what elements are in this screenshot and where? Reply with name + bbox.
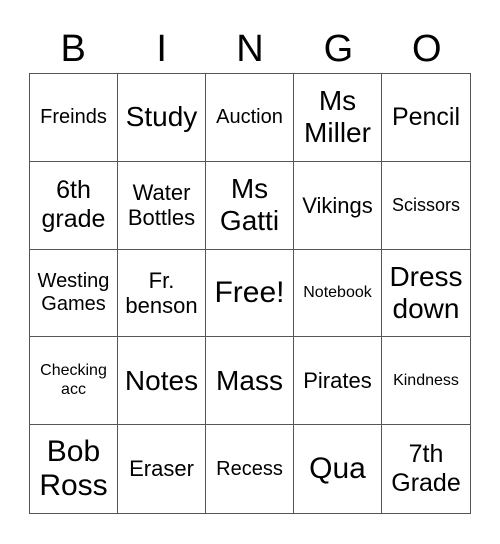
- bingo-cell[interactable]: Fr. benson: [118, 249, 206, 338]
- bingo-cell[interactable]: Recess: [206, 425, 294, 513]
- bingo-grid: Freinds Study Auction Ms Miller Pencil 6…: [29, 73, 471, 514]
- bingo-cell[interactable]: 6th grade: [30, 161, 118, 250]
- bingo-cell[interactable]: Auction: [206, 74, 294, 162]
- bingo-cell[interactable]: Notes: [118, 337, 206, 426]
- bingo-cell[interactable]: Scissors: [382, 162, 470, 250]
- bingo-header: B I N G O: [29, 26, 471, 72]
- bingo-cell[interactable]: Water Bottles: [118, 161, 206, 250]
- bingo-cell[interactable]: Notebook: [294, 249, 382, 338]
- header-letter-n: N: [236, 28, 264, 70]
- header-letter-o: O: [412, 28, 442, 70]
- bingo-cell[interactable]: Ms Gatti: [206, 161, 294, 250]
- bingo-cell[interactable]: Mass: [206, 337, 294, 426]
- bingo-cell[interactable]: Westing Games: [30, 249, 118, 338]
- bingo-cell[interactable]: Bob Ross: [30, 425, 118, 513]
- bingo-cell[interactable]: Checking acc: [30, 337, 118, 426]
- bingo-cell[interactable]: Vikings: [294, 161, 382, 250]
- bingo-cell[interactable]: Kindness: [382, 337, 470, 426]
- header-letter-g: G: [323, 28, 354, 70]
- header-letter-b: B: [60, 28, 86, 70]
- bingo-cell[interactable]: Qua: [294, 425, 382, 513]
- bingo-cell[interactable]: Study: [118, 74, 206, 162]
- bingo-cell[interactable]: Ms Miller: [294, 74, 382, 162]
- bingo-cell[interactable]: Pencil: [382, 74, 470, 162]
- bingo-cell[interactable]: Pirates: [294, 337, 382, 426]
- bingo-cell[interactable]: Freinds: [30, 74, 118, 162]
- header-letter-i: I: [156, 28, 167, 70]
- bingo-cell[interactable]: Dress down: [382, 250, 470, 338]
- bingo-cell[interactable]: 7th Grade: [382, 425, 470, 513]
- bingo-cell[interactable]: Eraser: [118, 425, 206, 513]
- free-space-cell[interactable]: Free!: [206, 249, 294, 338]
